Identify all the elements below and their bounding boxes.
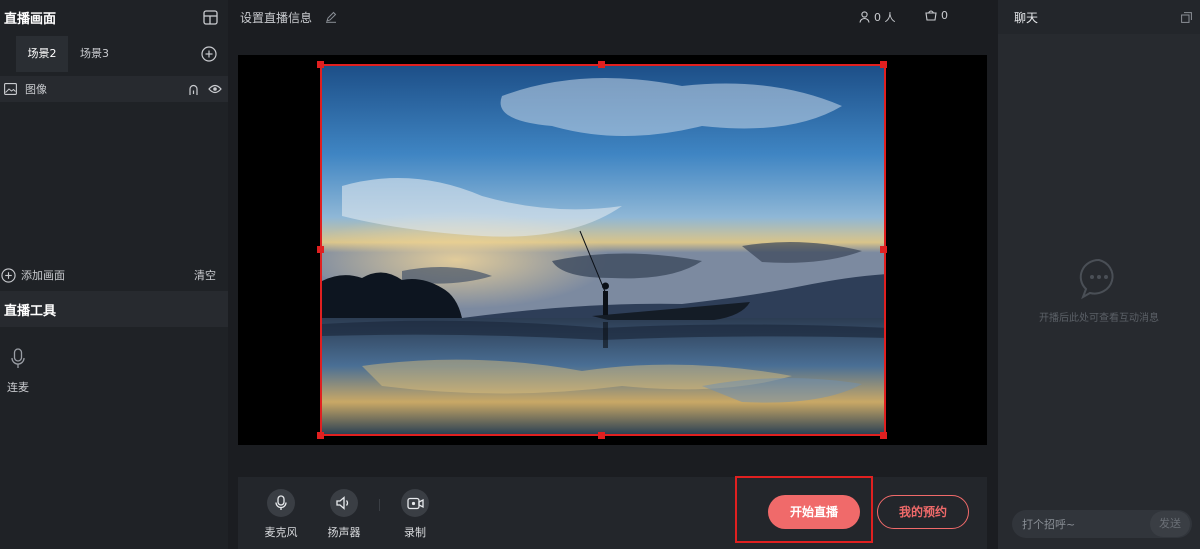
- bottom-toolbar: 麦克风 扬声器 录制 开始直播 我的预约: [238, 476, 987, 549]
- layout-icon[interactable]: [203, 9, 218, 25]
- resize-handle-bm[interactable]: [598, 432, 605, 439]
- live-screen-title: 直播画面: [4, 11, 57, 27]
- speaker-icon: [330, 489, 358, 517]
- eye-icon[interactable]: [208, 83, 222, 96]
- microphone-button[interactable]: 麦克风: [259, 489, 303, 540]
- main-area: 设置直播信息 0 人 0 麦克风 扬声器 录制 开始直播 我的预约: [228, 0, 998, 549]
- lock-icon[interactable]: [187, 83, 200, 96]
- mic-icon: [267, 489, 295, 517]
- user-icon: [859, 11, 870, 23]
- clear-button[interactable]: 清空: [194, 267, 216, 283]
- source-item-image[interactable]: 图像: [0, 76, 228, 102]
- record-label: 录制: [404, 526, 426, 539]
- co-host-label: 连麦: [7, 381, 29, 394]
- record-icon: [401, 489, 429, 517]
- chat-header: 聊天: [998, 0, 1200, 34]
- live-info-title[interactable]: 设置直播信息: [240, 9, 312, 26]
- chat-bubble-icon: [1077, 256, 1121, 300]
- chat-title: 聊天: [1014, 10, 1039, 25]
- viewer-count: 0 人: [859, 9, 896, 25]
- add-screen-button[interactable]: 添加画面: [21, 267, 65, 283]
- add-scene-icon[interactable]: [201, 46, 217, 62]
- co-host-tool[interactable]: 连麦: [6, 348, 30, 395]
- tab-scene-2[interactable]: 场景2: [16, 36, 68, 72]
- top-bar: 设置直播信息 0 人 0: [228, 0, 998, 34]
- popout-icon[interactable]: [1181, 11, 1192, 23]
- resize-handle-bl[interactable]: [317, 432, 324, 439]
- scene-tabs: 场景2 场景3: [0, 36, 228, 72]
- edit-icon[interactable]: [325, 11, 337, 23]
- speaker-button[interactable]: 扬声器: [322, 489, 366, 540]
- chat-panel: 聊天 开播后此处可查看互动消息 发送: [998, 0, 1200, 549]
- record-button[interactable]: 录制: [393, 489, 437, 540]
- resize-handle-br[interactable]: [880, 432, 887, 439]
- send-button[interactable]: 发送: [1150, 511, 1190, 537]
- resize-handle-tm[interactable]: [598, 61, 605, 68]
- toolbar-divider: [379, 499, 380, 511]
- viewer-count-value: 0 人: [874, 11, 896, 24]
- add-screen-row: 添加画面 清空: [0, 264, 228, 286]
- microphone-label: 麦克风: [264, 526, 298, 539]
- chat-input[interactable]: [1022, 510, 1142, 538]
- mic-icon: [11, 348, 25, 370]
- resize-handle-ml[interactable]: [317, 246, 324, 253]
- speaker-label: 扬声器: [327, 526, 361, 539]
- start-live-button[interactable]: 开始直播: [768, 495, 860, 529]
- image-icon: [4, 83, 17, 95]
- live-screen-header: 直播画面: [0, 0, 228, 34]
- lake-fisherman-photo: [322, 66, 884, 434]
- source-image[interactable]: [320, 64, 886, 436]
- chat-empty-hint: 开播后此处可查看互动消息: [1039, 313, 1159, 324]
- cart-count: 0: [925, 9, 948, 22]
- resize-handle-tl[interactable]: [317, 61, 324, 68]
- add-circle-icon[interactable]: [1, 267, 16, 283]
- left-panel: 直播画面 场景2 场景3 图像 添加画面 清空 直播工具 连麦: [0, 0, 228, 549]
- basket-icon: [925, 10, 937, 21]
- resize-handle-tr[interactable]: [880, 61, 887, 68]
- source-label: 图像: [25, 83, 47, 96]
- tab-scene-3[interactable]: 场景3: [80, 36, 109, 72]
- cart-count-value: 0: [941, 9, 948, 22]
- live-tools-title: 直播工具: [4, 303, 57, 319]
- live-tools-header: 直播工具: [0, 291, 228, 327]
- chat-empty-state: 开播后此处可查看互动消息: [998, 256, 1200, 324]
- chat-input-box: 发送: [1012, 510, 1192, 538]
- resize-handle-mr[interactable]: [880, 246, 887, 253]
- my-reservations-button[interactable]: 我的预约: [877, 495, 969, 529]
- preview-stage: [238, 55, 987, 445]
